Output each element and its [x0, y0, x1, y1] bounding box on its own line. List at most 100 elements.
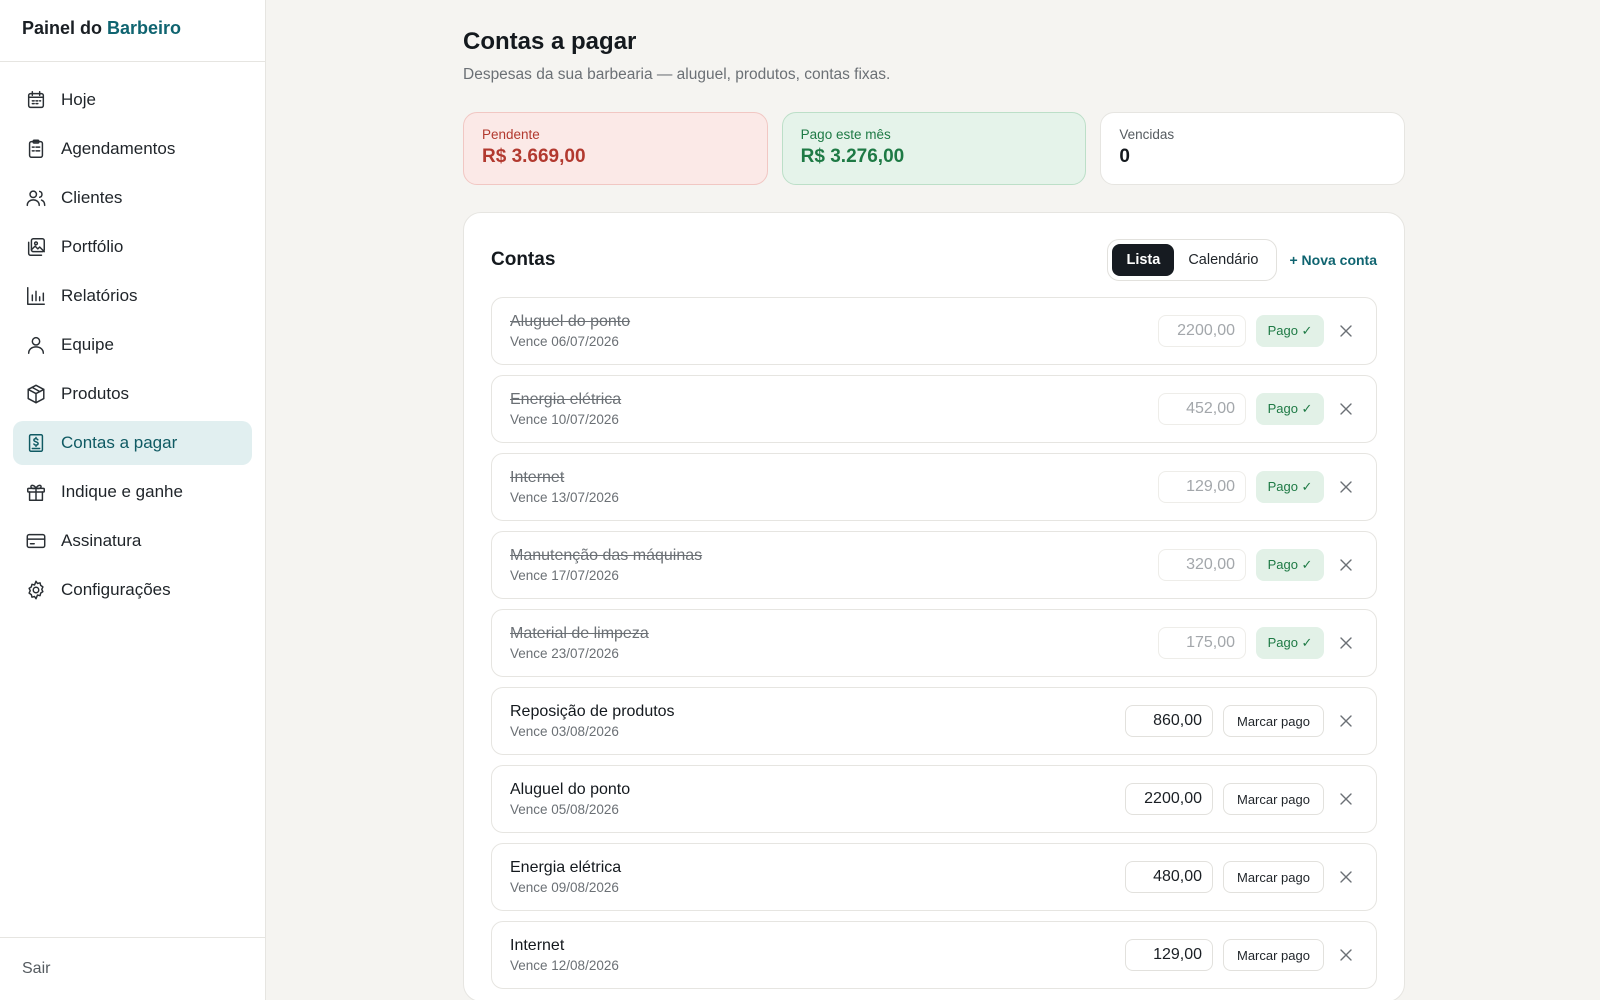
logout-link[interactable]: Sair [0, 937, 265, 1000]
users-icon [25, 187, 47, 209]
sidebar: Painel do Barbeiro Hoje Agendamentos Clien… [0, 0, 266, 1000]
delete-bill-button[interactable] [1336, 477, 1356, 497]
sidebar-item-label: Clientes [61, 188, 123, 207]
sidebar-item-contas-a-pagar[interactable]: Contas a pagar [13, 421, 252, 465]
bill-info: Energia elétrica Vence 09/08/2026 [510, 859, 1125, 895]
bill-due-date: Vence 06/07/2026 [510, 334, 619, 349]
bill-amount-input[interactable]: 320,00 [1158, 549, 1246, 581]
clipboard-icon [25, 138, 47, 160]
bill-name: Manutenção das máquinas [510, 547, 703, 564]
bill-name: Aluguel do ponto [510, 313, 631, 330]
bill-row: Internet Vence 13/07/2026 129,00 Pago ✓ [491, 453, 1377, 521]
new-bill-button[interactable]: + Nova conta [1289, 252, 1377, 268]
delete-bill-button[interactable] [1336, 399, 1356, 419]
sidebar-item-equipe[interactable]: Equipe [13, 323, 252, 367]
paid-card: Pago este mês R$ 3.276,00 [781, 112, 1087, 185]
paid-status-button[interactable]: Pago ✓ [1256, 549, 1324, 581]
mark-paid-button[interactable]: Marcar pago [1223, 783, 1324, 815]
sidebar-item-produtos[interactable]: Produtos [13, 372, 252, 416]
delete-bill-button[interactable] [1336, 633, 1356, 653]
sidebar-item-relat-rios[interactable]: Relatórios [13, 274, 252, 318]
view-list-tab[interactable]: Lista [1112, 244, 1175, 276]
panel-title: Contas [491, 249, 556, 270]
sidebar-item-clientes[interactable]: Clientes [13, 176, 252, 220]
header-controls: Lista Calendário + Nova conta [1107, 239, 1377, 281]
user-icon [25, 334, 47, 356]
bill-amount-input[interactable]: 129,00 [1158, 471, 1246, 503]
receipt-dollar-icon [25, 432, 47, 454]
sidebar-item-label: Configurações [61, 580, 171, 599]
sidebar-item-portf-lio[interactable]: Portfólio [13, 225, 252, 269]
sidebar-item-assinatura[interactable]: Assinatura [13, 519, 252, 563]
bill-info: Aluguel do ponto Vence 05/08/2026 [510, 781, 1125, 817]
paid-status-button[interactable]: Pago ✓ [1256, 627, 1324, 659]
page-subtitle: Despesas da sua barbearia — aluguel, pro… [463, 66, 891, 83]
bill-due-date: Vence 17/07/2026 [510, 568, 619, 583]
sidebar-nav: Hoje Agendamentos Clientes Portfólio Relatór… [0, 62, 265, 612]
bill-due-date: Vence 03/08/2026 [510, 724, 619, 739]
bill-row: Aluguel do ponto Vence 05/08/2026 2200,00 M… [491, 765, 1377, 833]
sidebar-item-label: Relatórios [61, 286, 138, 305]
close-icon [1339, 714, 1353, 728]
bill-row: Energia elétrica Vence 09/08/2026 480,00 Ma… [491, 843, 1377, 911]
bill-row: Reposição de produtos Vence 03/08/2026 860… [491, 687, 1377, 755]
paid-status-button[interactable]: Pago ✓ [1256, 315, 1324, 347]
sidebar-item-indique-e-ganhe[interactable]: Indique e ganhe [13, 470, 252, 514]
mark-paid-button[interactable]: Marcar pago [1223, 705, 1324, 737]
paid-status-button[interactable]: Pago ✓ [1256, 393, 1324, 425]
sidebar-item-label: Indique e ganhe [61, 482, 183, 501]
bill-row: Aluguel do ponto Vence 06/07/2026 2200,00 P… [491, 297, 1377, 365]
brand-prefix: Painel do [22, 18, 103, 38]
close-icon [1339, 480, 1353, 494]
close-icon [1339, 636, 1353, 650]
sidebar-item-agendamentos[interactable]: Agendamentos [13, 127, 252, 171]
delete-bill-button[interactable] [1336, 945, 1356, 965]
paid-label: Pago este mês [800, 127, 891, 142]
sidebar-item-label: Contas a pagar [61, 433, 178, 452]
mark-paid-button[interactable]: Marcar pago [1223, 939, 1324, 971]
main-content: Contas a pagar Despesas da sua barbearia… [463, 0, 1406, 1000]
sidebar-item-label: Agendamentos [61, 139, 176, 158]
bill-due-date: Vence 09/08/2026 [510, 880, 619, 895]
paid-value: R$ 3.276,00 [800, 146, 905, 167]
bill-amount-input[interactable]: 2200,00 [1158, 315, 1246, 347]
bill-row: Manutenção das máquinas Vence 17/07/2026 3… [491, 531, 1377, 599]
sidebar-item-configura-es[interactable]: Configurações [13, 568, 252, 612]
delete-bill-button[interactable] [1336, 711, 1356, 731]
delete-bill-button[interactable] [1336, 789, 1356, 809]
delete-bill-button[interactable] [1336, 555, 1356, 575]
paid-status-button[interactable]: Pago ✓ [1256, 471, 1324, 503]
close-icon [1339, 870, 1353, 884]
bill-amount-input[interactable]: 480,00 [1125, 861, 1213, 893]
close-icon [1339, 558, 1353, 572]
pending-card: Pendente R$ 3.669,00 [463, 112, 768, 185]
credit-card-icon [25, 530, 47, 552]
bill-amount-input[interactable]: 452,00 [1158, 393, 1246, 425]
view-calendar-tab[interactable]: Calendário [1174, 244, 1272, 276]
delete-bill-button[interactable] [1336, 321, 1356, 341]
sidebar-item-label: Produtos [61, 384, 130, 403]
overdue-card: Vencidas 0 [1100, 112, 1406, 185]
sidebar-item-label: Equipe [61, 335, 114, 354]
calendar-icon [25, 89, 47, 111]
bill-due-date: Vence 05/08/2026 [510, 802, 619, 817]
gear-icon [25, 579, 47, 601]
bill-info: Internet Vence 13/07/2026 [510, 469, 1158, 505]
page-title: Contas a pagar [463, 28, 637, 55]
gift-icon [25, 481, 47, 503]
delete-bill-button[interactable] [1336, 867, 1356, 887]
overdue-label: Vencidas [1119, 127, 1175, 142]
mark-paid-button[interactable]: Marcar pago [1223, 861, 1324, 893]
bill-due-date: Vence 23/07/2026 [510, 646, 619, 661]
sidebar-item-hoje[interactable]: Hoje [13, 78, 252, 122]
bill-amount-input[interactable]: 860,00 [1125, 705, 1213, 737]
bill-amount-input[interactable]: 2200,00 [1125, 783, 1213, 815]
bill-amount-input[interactable]: 175,00 [1158, 627, 1246, 659]
bill-due-date: Vence 10/07/2026 [510, 412, 619, 427]
bill-name: Reposição de produtos [510, 703, 675, 720]
bill-info: Energia elétrica Vence 10/07/2026 [510, 391, 1158, 427]
brand-logo[interactable]: Painel do Barbeiro [0, 0, 265, 62]
bill-info: Reposição de produtos Vence 03/08/2026 [510, 703, 1125, 739]
bill-amount-input[interactable]: 129,00 [1125, 939, 1213, 971]
bill-name: Aluguel do ponto [510, 781, 631, 798]
